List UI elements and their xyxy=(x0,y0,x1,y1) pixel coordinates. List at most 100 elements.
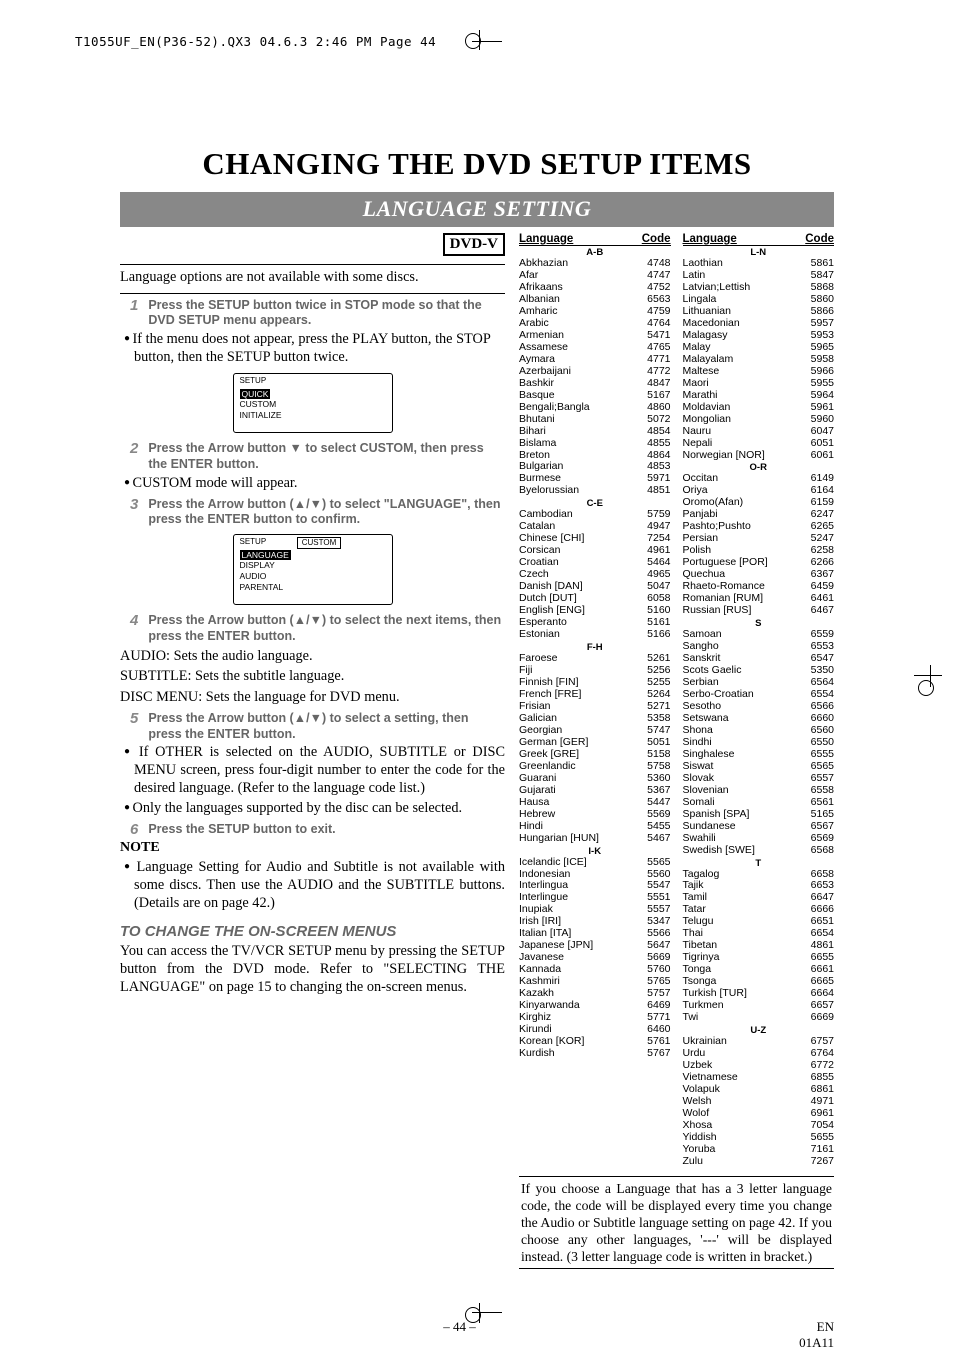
lang-row: Sundanese6567 xyxy=(683,821,835,833)
lang-code: 6567 xyxy=(804,821,834,833)
step-number: 3 xyxy=(130,497,138,528)
lang-name: Icelandic [ICE] xyxy=(519,857,641,869)
lang-row: Nepali6051 xyxy=(683,438,835,450)
lang-name: Malayalam xyxy=(683,354,805,366)
lang-code: 4765 xyxy=(641,342,671,354)
step-number: 1 xyxy=(130,298,138,329)
osd-title: SETUP xyxy=(240,537,291,547)
lang-code: 6558 xyxy=(804,785,834,797)
bullet-text: If the menu does not appear, press the P… xyxy=(120,331,505,367)
lang-code: 5960 xyxy=(804,414,834,426)
lang-group-heading: T xyxy=(683,858,835,869)
lang-row: Somali6561 xyxy=(683,797,835,809)
osd-item: CUSTOM xyxy=(240,399,386,410)
lang-row: Armenian5471 xyxy=(519,330,671,342)
lang-table-right: Language Code L-NLaothian5861Latin5847La… xyxy=(683,233,835,1168)
lang-name: Guarani xyxy=(519,773,641,785)
lang-row: Slovak6557 xyxy=(683,773,835,785)
lang-row: Malay5965 xyxy=(683,342,835,354)
lang-name: Azerbaijani xyxy=(519,366,641,378)
lang-name: Greenlandic xyxy=(519,761,641,773)
step-number: 5 xyxy=(130,711,138,742)
lang-name: Somali xyxy=(683,797,805,809)
page: T1055UF_EN(P36-52).QX3 04.6.3 2:46 PM Pa… xyxy=(0,0,954,1351)
section-heading: LANGUAGE SETTING xyxy=(120,192,834,227)
lang-code: 5467 xyxy=(641,833,671,845)
right-column: Language Code A-BAbkhazian4748Afar4747Af… xyxy=(519,233,834,1269)
lang-code: 6557 xyxy=(804,773,834,785)
lang-name: Bashkir xyxy=(519,378,641,390)
lang-name: Kurdish xyxy=(519,1048,641,1060)
step-4: 4 Press the Arrow button (▲/▼) to select… xyxy=(130,613,505,644)
lang-name: Assamese xyxy=(519,342,641,354)
lang-name: Hebrew xyxy=(519,809,641,821)
lang-code: 5447 xyxy=(641,797,671,809)
lang-row: Swedish [SWE]6568 xyxy=(683,845,835,857)
lang-code: 4772 xyxy=(641,366,671,378)
lang-row: Nauru6047 xyxy=(683,426,835,438)
lang-row: Greenlandic5758 xyxy=(519,761,671,773)
lang-name: German [GER] xyxy=(519,737,641,749)
print-job-header: T1055UF_EN(P36-52).QX3 04.6.3 2:46 PM Pa… xyxy=(75,34,436,49)
lang-name: Maltese xyxy=(683,366,805,378)
lang-code: 6550 xyxy=(804,737,834,749)
lang-code: 6569 xyxy=(804,833,834,845)
lang-name: Bislama xyxy=(519,438,641,450)
lang-row: Gujarati5367 xyxy=(519,785,671,797)
lang-row: Moldavian5961 xyxy=(683,402,835,414)
lang-name: Slovak xyxy=(683,773,805,785)
discmenu-desc: DISC MENU: Sets the language for DVD men… xyxy=(120,689,505,707)
lang-row: Hausa5447 xyxy=(519,797,671,809)
lang-name: Hungarian [HUN] xyxy=(519,833,641,845)
lang-code: 5958 xyxy=(804,354,834,366)
lang-row: Singhalese6555 xyxy=(683,749,835,761)
page-footer: – 44 – EN 01A11 xyxy=(120,1319,834,1351)
table-header-code: Code xyxy=(798,233,834,245)
lang-name: Hausa xyxy=(519,797,641,809)
lang-code: 4847 xyxy=(641,378,671,390)
lang-code: 5758 xyxy=(641,761,671,773)
lang-code: 5964 xyxy=(804,390,834,402)
lang-name: Zulu xyxy=(683,1156,805,1168)
lang-code: 6467 xyxy=(804,605,834,617)
lang-code: 5165 xyxy=(804,809,834,821)
osd-item: LANGUAGE xyxy=(240,550,291,561)
page-number: – 44 – xyxy=(120,1319,799,1351)
lang-group-heading: I-K xyxy=(519,846,671,857)
lang-name: Armenian xyxy=(519,330,641,342)
subsection-text: You can access the TV/VCR SETUP menu by … xyxy=(120,943,505,997)
lang-row: Guarani5360 xyxy=(519,773,671,785)
lang-row: Twi6669 xyxy=(683,1012,835,1024)
table-header-code: Code xyxy=(635,233,671,245)
lang-name: Bhutani xyxy=(519,414,641,426)
lang-name: Bengali;Bangla xyxy=(519,402,641,414)
lang-row: Swahili6569 xyxy=(683,833,835,845)
lang-row: Bashkir4847 xyxy=(519,378,671,390)
note-heading: NOTE xyxy=(120,839,505,857)
lang-row: Slovenian6558 xyxy=(683,785,835,797)
step-1: 1 Press the SETUP button twice in STOP m… xyxy=(130,298,505,329)
lang-code: 4771 xyxy=(641,354,671,366)
lang-row: Siswat6565 xyxy=(683,761,835,773)
lang-row: Bislama4855 xyxy=(519,438,671,450)
lang-name: Malay xyxy=(683,342,805,354)
osd-button: CUSTOM xyxy=(297,537,342,549)
lang-code: 5360 xyxy=(641,773,671,785)
lang-row: Mongolian5960 xyxy=(683,414,835,426)
bullet-text: CUSTOM mode will appear. xyxy=(120,475,505,493)
step-number: 4 xyxy=(130,613,138,644)
lang-row: Zulu7267 xyxy=(683,1156,835,1168)
lang-code: 5167 xyxy=(641,390,671,402)
lang-row: Malayalam5958 xyxy=(683,354,835,366)
lang-row: Byelorussian4851 xyxy=(519,485,671,497)
osd-title: SETUP xyxy=(240,376,386,386)
lang-code: 4855 xyxy=(641,438,671,450)
lang-code: 6565 xyxy=(804,761,834,773)
lang-row: Hindi5455 xyxy=(519,821,671,833)
lang-code: 5455 xyxy=(641,821,671,833)
lang-name: Faroese xyxy=(519,653,641,665)
osd-item: QUICK xyxy=(240,389,271,400)
lang-row: Icelandic [ICE]5565 xyxy=(519,857,671,869)
lang-name: Slovenian xyxy=(683,785,805,797)
lang-row: Bhutani5072 xyxy=(519,414,671,426)
